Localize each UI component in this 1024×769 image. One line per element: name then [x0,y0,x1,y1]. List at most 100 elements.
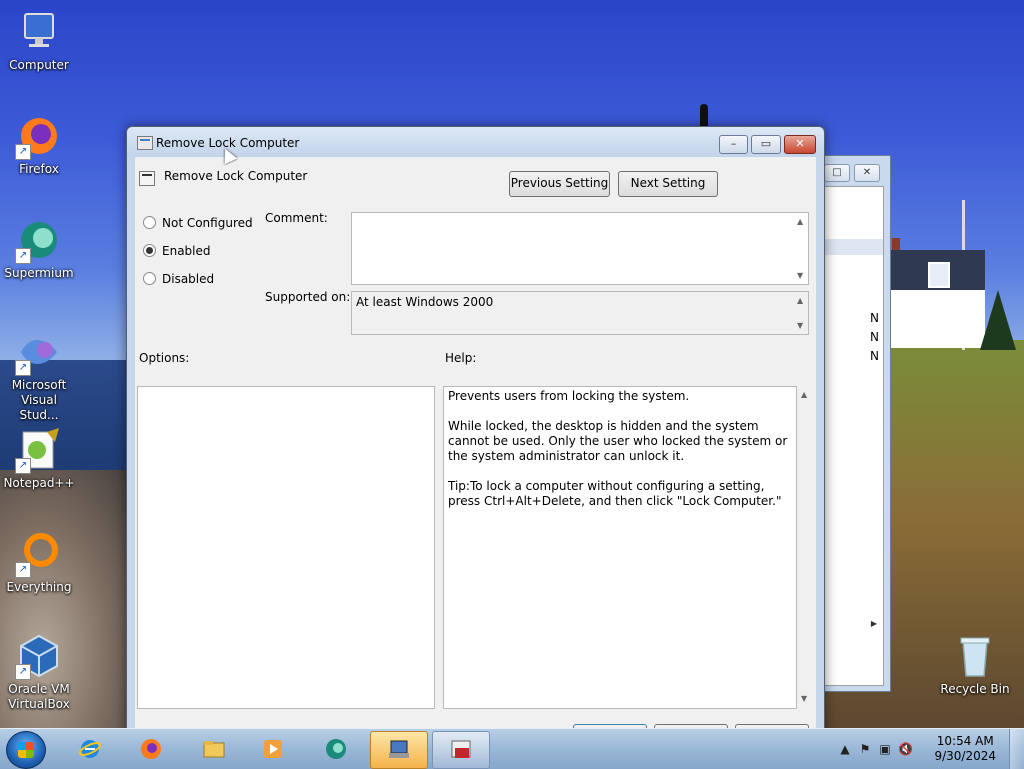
taskbar-file-explorer[interactable] [186,731,242,767]
supported-on-value: At least Windows 2000 [356,295,494,309]
desktop-icon-virtualbox[interactable]: ↗ Oracle VM VirtualBox [1,632,77,712]
taskbar-internet-explorer[interactable] [62,731,118,767]
desktop-icon-label: Supermium [4,266,74,280]
desktop-icon-recycle-bin[interactable]: Recycle Bin [937,632,1013,697]
close-button[interactable]: ✕ [784,135,816,154]
comment-scrollbar[interactable]: ▲ ▼ [793,213,808,284]
policy-editor-icon [451,740,471,758]
desktop-icon-supermium[interactable]: ↗ Supermium [1,216,77,281]
computer-icon [15,8,63,56]
desktop-icon-everything[interactable]: ↗ Everything [1,530,77,595]
show-desktop-button[interactable] [1009,729,1024,769]
desktop-icon-label: Microsoft Visual Stud... [11,378,67,422]
list-item: N [870,311,879,325]
scroll-down-icon[interactable]: ▼ [801,694,807,703]
virtualbox-icon: ↗ [15,632,63,680]
scroll-up-icon[interactable]: ▲ [797,217,803,226]
desktop-icon-label: Everything [6,580,72,594]
background-window[interactable]: □ ✕ N N N ▶ [820,155,891,692]
taskbar-media-player[interactable] [245,731,301,767]
list-item: N [870,349,879,363]
supported-on-label: Supported on: [265,290,351,304]
policy-name: Remove Lock Computer [164,169,308,183]
internet-explorer-icon [78,740,102,758]
volume-muted-icon[interactable]: 🔇 [898,742,913,756]
taskbar: ▲ ⚑ ▣ 🔇 10:54 AM 9/30/2024 [0,728,1024,769]
desktop-icon-label: Computer [9,58,69,72]
maximize-button[interactable]: ▭ [751,135,781,154]
list-item: N [870,330,879,344]
background-window-list: N N N ▶ [824,186,884,686]
network-icon[interactable]: ▣ [878,742,892,756]
supported-scrollbar[interactable]: ▲ ▼ [793,292,808,334]
maximize-icon[interactable]: □ [824,164,850,182]
radio-button[interactable] [143,272,156,285]
policy-setting-dialog[interactable]: Remove Lock Computer – ▭ ✕ Remove Lock C… [126,126,825,740]
options-label: Options: [139,351,190,365]
previous-setting-button[interactable]: Previous Setting [509,171,610,197]
supported-on-field: At least Windows 2000 ▲ ▼ [351,291,809,335]
close-icon[interactable]: ✕ [854,164,880,182]
radio-not-configured[interactable]: Not Configured [143,216,253,230]
taskbar-policy-editor[interactable] [432,731,490,769]
radio-button[interactable] [143,216,156,229]
desktop-icon-label: Recycle Bin [940,682,1010,696]
help-label: Help: [445,351,477,365]
desktop-icon-computer[interactable]: Computer [1,8,77,73]
desktop-icon-firefox[interactable]: ↗ Firefox [1,112,77,177]
clock-time: 10:54 AM [936,734,994,748]
notepadpp-icon: ↗ [15,426,63,474]
scroll-up-icon[interactable]: ▲ [801,390,807,399]
radio-disabled[interactable]: Disabled [143,272,214,286]
policy-icon [137,136,153,150]
wallpaper-tree [980,290,1016,350]
windows-logo-icon [18,742,34,758]
minimize-icon: – [730,137,737,150]
radio-enabled[interactable]: Enabled [143,244,211,258]
taskbar-supermium[interactable] [308,731,364,767]
help-scrollbar[interactable]: ▲ ▼ [797,386,812,707]
minimize-button[interactable]: – [719,135,748,154]
media-player-icon [264,740,282,758]
maximize-icon: ▭ [760,137,772,150]
clock[interactable]: 10:54 AM 9/30/2024 [934,734,996,764]
show-hidden-icons-icon[interactable]: ▲ [838,742,852,756]
scroll-down-icon[interactable]: ▼ [797,271,803,280]
wallpaper-house [890,238,985,348]
policy-setting-icon [139,171,155,186]
help-panel: Prevents users from locking the system. … [443,386,797,709]
radio-label: Enabled [162,244,211,258]
desktop-icon-label: Firefox [19,162,59,176]
clock-date: 9/30/2024 [934,749,996,763]
desktop-icon-label: Notepad++ [3,476,75,490]
next-setting-button[interactable]: Next Setting [618,171,718,197]
wallpaper-lighthouse [700,104,708,128]
firefox-icon [141,739,161,759]
action-center-flag-icon[interactable]: ⚑ [858,742,872,756]
visual-studio-icon: ↗ [15,328,63,376]
options-panel[interactable] [137,386,435,709]
close-icon: ✕ [795,137,805,150]
taskbar-firefox[interactable] [123,731,179,767]
help-text: Prevents users from locking the system. … [448,389,788,508]
supermium-icon [326,739,346,759]
comment-field[interactable]: ▲ ▼ [351,212,809,285]
scroll-up-icon[interactable]: ▲ [797,296,803,305]
desktop-icon-label: Oracle VM VirtualBox [8,682,70,711]
desktop-icon-notepadpp[interactable]: ↗ Notepad++ [1,426,77,491]
supermium-icon: ↗ [15,216,63,264]
radio-button-selected[interactable] [143,244,156,257]
group-policy-icon [389,740,409,758]
system-tray: ▲ ⚑ ▣ 🔇 10:54 AM 9/30/2024 [834,729,1024,769]
recycle-bin-icon [951,632,999,680]
file-explorer-icon [203,741,225,758]
taskbar-group-policy[interactable] [370,731,428,769]
comment-label: Comment: [265,211,328,225]
scroll-down-icon[interactable]: ▼ [797,321,803,330]
everything-icon: ↗ [15,530,63,578]
start-button[interactable] [6,731,46,769]
scroll-right-icon[interactable]: ▶ [871,619,877,628]
desktop-icon-visual-studio[interactable]: ↗ Microsoft Visual Stud... [1,328,77,423]
radio-label: Not Configured [162,216,253,230]
dialog-body: Remove Lock Computer Previous Setting Ne… [135,157,816,740]
